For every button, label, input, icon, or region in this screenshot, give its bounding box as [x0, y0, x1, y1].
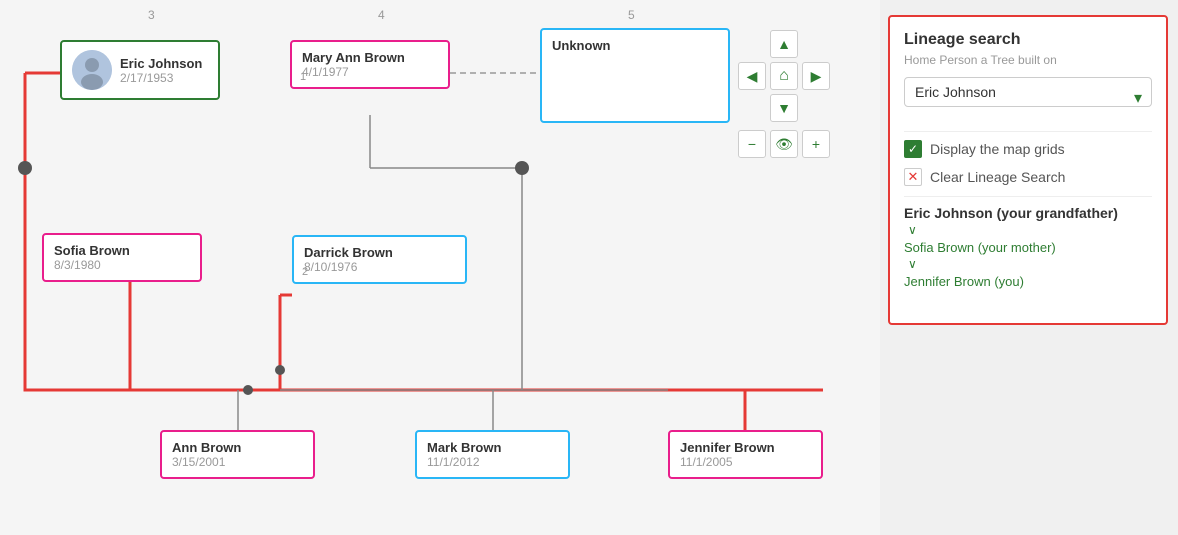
eric-name: Eric Johnson: [120, 56, 202, 71]
sidebar-subtitle: Home Person a Tree built on: [904, 53, 1152, 67]
display-grids-label: Display the map grids: [930, 141, 1065, 157]
sidebar-title: Lineage search: [904, 31, 1152, 49]
zoom-plus-button[interactable]: +: [802, 130, 830, 158]
card-ann[interactable]: Ann Brown 3/15/2001: [160, 430, 315, 479]
card-jennifer[interactable]: Jennifer Brown 11/1/2005: [668, 430, 823, 479]
nav-up-button[interactable]: ▲: [770, 30, 798, 58]
zoom-minus-button[interactable]: −: [738, 130, 766, 158]
darrick-date: 8/10/1976: [304, 260, 455, 274]
nav-down-button[interactable]: ▼: [770, 94, 798, 122]
nav-home-button[interactable]: ⌂: [770, 62, 798, 90]
nav-controls: ▲ ◀ ⌂ ▶ ▼ − 👁 +: [738, 30, 830, 158]
person-select[interactable]: Eric Johnson: [904, 77, 1152, 107]
grids-checkbox[interactable]: ✓: [904, 140, 922, 158]
jennifer-name: Jennifer Brown: [680, 440, 811, 455]
unknown-name: Unknown: [552, 38, 718, 53]
mary-number: 1: [300, 71, 306, 83]
chevron-1: ∨: [908, 223, 1152, 237]
mark-name: Mark Brown: [427, 440, 558, 455]
col-number-5: 5: [628, 8, 635, 22]
connector-dot-1: [18, 161, 32, 175]
lineage-link-jennifer[interactable]: Jennifer Brown (you): [904, 274, 1024, 289]
ann-date: 3/15/2001: [172, 455, 303, 469]
col-number-4: 4: [378, 8, 385, 22]
lineage-heading: Eric Johnson (your grandfather): [904, 205, 1152, 221]
card-mark[interactable]: Mark Brown 11/1/2012: [415, 430, 570, 479]
nav-left-button[interactable]: ◀: [738, 62, 766, 90]
card-darrick[interactable]: Darrick Brown 8/10/1976 2: [292, 235, 467, 284]
tree-canvas: 3 4 5 ▲ ◀ ⌂ ▶ ▼ − 👁 +: [0, 0, 880, 535]
clear-lineage-option[interactable]: ✕ Clear Lineage Search: [904, 168, 1152, 186]
col-number-3: 3: [148, 8, 155, 22]
connector-dot-2: [515, 161, 529, 175]
mary-name: Mary Ann Brown: [302, 50, 438, 65]
clear-x-icon[interactable]: ✕: [904, 168, 922, 186]
eye-button[interactable]: 👁: [770, 130, 798, 158]
lineage-sidebar: Lineage search Home Person a Tree built …: [888, 15, 1168, 325]
mary-date: 4/1/1977: [302, 65, 438, 79]
display-grids-option[interactable]: ✓ Display the map grids: [904, 140, 1152, 158]
connector-dot-3: [243, 385, 253, 395]
card-unknown[interactable]: Unknown: [540, 28, 730, 123]
clear-lineage-label: Clear Lineage Search: [930, 169, 1065, 185]
card-sofia[interactable]: Sofia Brown 8/3/1980: [42, 233, 202, 282]
eric-date: 2/17/1953: [120, 71, 202, 85]
card-eric[interactable]: Eric Johnson 2/17/1953: [60, 40, 220, 100]
card-mary[interactable]: Mary Ann Brown 4/1/1977 1: [290, 40, 450, 89]
divider-1: [904, 131, 1152, 132]
lineage-link-sofia[interactable]: Sofia Brown (your mother): [904, 240, 1056, 255]
mark-date: 11/1/2012: [427, 455, 558, 469]
nav-right-button[interactable]: ▶: [802, 62, 830, 90]
avatar-eric: [72, 50, 112, 90]
person-select-wrapper[interactable]: Eric Johnson: [904, 77, 1152, 119]
sofia-date: 8/3/1980: [54, 258, 190, 272]
darrick-number: 2: [302, 266, 308, 278]
jennifer-date: 11/1/2005: [680, 455, 811, 469]
darrick-name: Darrick Brown: [304, 245, 455, 260]
chevron-2: ∨: [908, 257, 1152, 271]
sofia-name: Sofia Brown: [54, 243, 190, 258]
connector-dot-4: [275, 365, 285, 375]
ann-name: Ann Brown: [172, 440, 303, 455]
divider-2: [904, 196, 1152, 197]
